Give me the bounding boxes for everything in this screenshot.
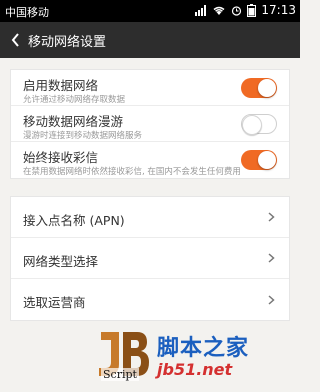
toggle-knob bbox=[258, 78, 276, 97]
watermark-script-label: Script bbox=[101, 368, 139, 381]
app-bar: 移动网络设置 bbox=[0, 22, 300, 58]
battery-icon bbox=[247, 3, 257, 17]
chevron-right-icon bbox=[268, 212, 275, 222]
page-title: 移动网络设置 bbox=[28, 34, 107, 50]
status-bar: 中国移动 17:13 bbox=[0, 0, 300, 22]
setting-data-roaming[interactable]: 移动数据网络漫游 漫游时连接到移动数据网络服务 bbox=[11, 106, 289, 142]
status-icons: 17:13 bbox=[195, 3, 296, 17]
back-arrow-icon bbox=[11, 33, 19, 47]
nav-item-apn[interactable]: 接入点名称 (APN) bbox=[11, 197, 289, 238]
back-button[interactable] bbox=[2, 22, 28, 58]
nav-item-label: 选取运营商 bbox=[23, 295, 86, 310]
carrier-name: 中国移动 bbox=[5, 6, 49, 19]
nav-item-operator[interactable]: 选取运营商 bbox=[11, 279, 289, 320]
setting-subtitle: 漫游时连接到移动数据网络服务 bbox=[23, 131, 143, 141]
nav-item-label: 接入点名称 (APN) bbox=[23, 213, 125, 228]
chevron-right-icon bbox=[268, 294, 275, 305]
watermark-site-name: 脚本之家 bbox=[157, 336, 250, 361]
setting-enable-data-network[interactable]: 启用数据网络 允许通过移动网络存取数据 bbox=[11, 70, 289, 106]
enable-data-toggle[interactable] bbox=[241, 77, 277, 98]
nav-item-network-type[interactable]: 网络类型选择 bbox=[11, 238, 289, 279]
setting-title: 启用数据网络 bbox=[23, 78, 99, 93]
toggle-settings-card: 启用数据网络 允许通过移动网络存取数据 移动数据网络漫游 漫游时连接到移动数据网… bbox=[10, 69, 290, 179]
setting-title: 始终接收彩信 bbox=[23, 150, 99, 165]
watermark-site-url: jb51.net bbox=[157, 360, 233, 379]
setting-subtitle: 在禁用数据网络时依然接收彩信, 在国内不会发生任何费用 bbox=[23, 167, 241, 177]
toggle-knob bbox=[242, 114, 262, 135]
always-receive-mms-toggle[interactable] bbox=[241, 150, 277, 170]
nav-item-label: 网络类型选择 bbox=[23, 254, 99, 269]
chevron-right-icon bbox=[268, 253, 275, 263]
setting-always-receive-mms[interactable]: 始终接收彩信 在禁用数据网络时依然接收彩信, 在国内不会发生任何费用 bbox=[11, 142, 289, 178]
data-roaming-toggle[interactable] bbox=[241, 113, 277, 135]
clock: 17:13 bbox=[261, 3, 296, 17]
wifi-icon bbox=[213, 6, 225, 15]
watermark: Script 脚本之家 jb51.net bbox=[95, 324, 295, 386]
toggle-knob bbox=[258, 151, 276, 169]
setting-subtitle: 允许通过移动网络存取数据 bbox=[23, 95, 126, 105]
nav-settings-card: 接入点名称 (APN) 网络类型选择 选取运营商 bbox=[10, 196, 290, 321]
setting-title: 移动数据网络漫游 bbox=[23, 114, 124, 129]
signal-icon bbox=[195, 4, 207, 16]
alarm-icon bbox=[232, 5, 242, 16]
